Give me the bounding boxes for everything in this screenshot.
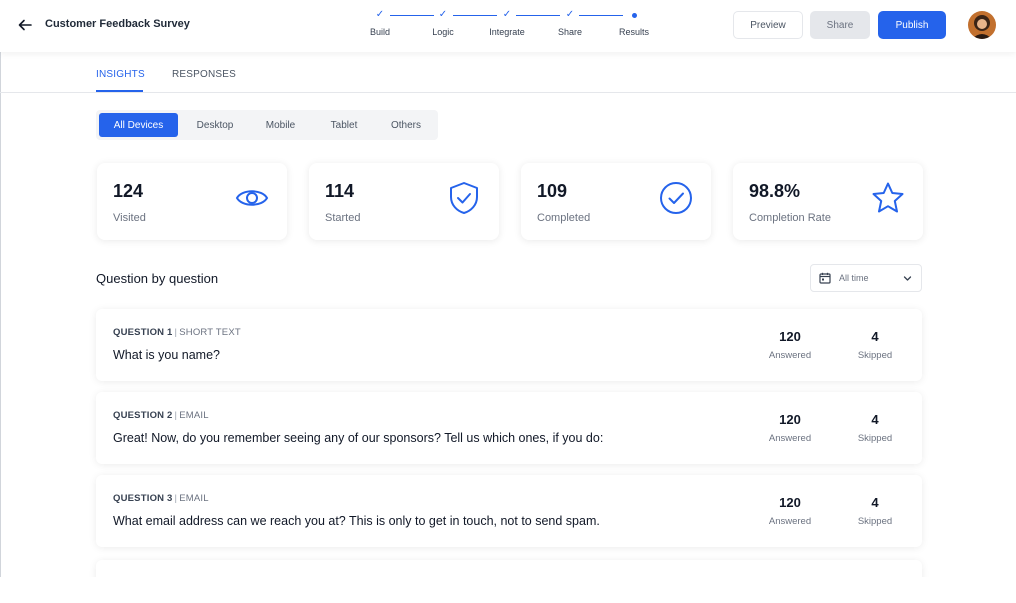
answered-count: 120 [779,329,801,344]
stat-value: 109 [537,181,568,201]
stat-card-started: 114 Started [309,163,499,240]
device-all[interactable]: All Devices [99,113,178,137]
tab-responses[interactable]: RESPONSES [172,69,236,80]
skipped-stat: 4 Skipped [840,329,910,361]
step-label: Logic [432,27,454,37]
page-left-border [0,52,1,577]
device-desktop[interactable]: Desktop [184,113,246,137]
meta-separator: | [174,493,178,504]
chevron-down-icon [903,276,912,281]
publish-button[interactable]: Publish [878,11,946,39]
skipped-stat: 4 Skipped [840,412,910,444]
eye-icon [235,190,269,206]
calendar-icon [819,272,831,284]
preview-button[interactable]: Preview [733,11,803,39]
stat-label: Visited [113,212,146,224]
answered-count: 120 [779,495,801,510]
skipped-label: Skipped [857,516,893,527]
question-type: SHORT TEXT [179,327,241,338]
device-tablet[interactable]: Tablet [317,113,371,137]
skipped-count: 4 [871,329,879,344]
time-filter-value: All time [839,273,869,283]
meta-separator: | [174,327,178,338]
question-type: EMAIL [179,493,209,504]
answered-label: Answered [768,350,812,361]
question-text: Great! Now, do you remember seeing any o… [113,431,604,445]
stat-value: 114 [325,181,355,201]
check-icon: ✓ [502,9,512,20]
step-label: Integrate [489,27,525,37]
check-icon: ✓ [565,9,575,20]
question-meta: QUESTION 3 | EMAIL [113,493,209,504]
top-header: Customer Feedback Survey ✓ Build ✓ Logic… [0,0,1016,52]
answered-label: Answered [768,433,812,444]
question-number: QUESTION 2 [113,410,173,421]
step-results[interactable]: Results [604,8,664,37]
skipped-count: 4 [871,412,879,427]
skipped-label: Skipped [857,350,893,361]
skipped-count: 4 [871,495,879,510]
question-meta: QUESTION 1 | SHORT TEXT [113,327,241,338]
view-tabs: INSIGHTS RESPONSES [0,52,1016,93]
question-card[interactable]: QUESTION 3 | EMAIL What email address can … [96,475,922,547]
stat-value: 98.8% [749,181,801,201]
step-build[interactable]: ✓ Build [350,8,410,37]
step-integrate[interactable]: ✓ Integrate [477,8,537,37]
stat-label: Completed [537,212,591,224]
stat-label: Completion Rate [749,212,831,224]
meta-separator: | [174,410,178,421]
question-text: What email address can we reach you at? … [113,514,600,528]
question-card[interactable]: QUESTION 1 | SHORT TEXT What is you name? … [96,309,922,381]
shield-check-icon [450,182,478,214]
question-card[interactable]: QUESTION 2 | EMAIL Great! Now, do you reme… [96,392,922,464]
question-type: EMAIL [179,410,209,421]
time-filter-dropdown[interactable]: All time [810,264,922,292]
device-mobile[interactable]: Mobile [253,113,308,137]
answered-stat: 120 Answered [755,412,825,444]
question-number: QUESTION 3 [113,493,173,504]
current-step-dot-icon [604,8,664,22]
device-filter: All Devices Desktop Mobile Tablet Others [96,110,438,140]
viewport-bottom-edge [0,577,1016,603]
step-label: Share [557,27,583,37]
device-others[interactable]: Others [379,113,433,137]
active-tab-indicator [96,90,143,92]
answered-count: 120 [779,412,801,427]
step-share[interactable]: ✓ Share [540,8,600,37]
tab-insights[interactable]: INSIGHTS [96,69,145,80]
survey-title: Customer Feedback Survey [45,18,190,30]
check-circle-icon [660,182,692,214]
step-logic[interactable]: ✓ Logic [413,8,473,37]
answered-label: Answered [768,516,812,527]
stat-label: Started [325,212,361,224]
stat-card-completion-rate: 98.8% Completion Rate [733,163,923,240]
star-icon [872,182,904,213]
answered-stat: 120 Answered [755,329,825,361]
skipped-stat: 4 Skipped [840,495,910,527]
user-avatar[interactable] [968,11,996,39]
step-label: Build [369,27,390,37]
avatar-image [968,11,996,39]
share-button[interactable]: Share [810,11,870,39]
check-icon: ✓ [375,9,385,20]
section-title: Question by question [96,271,219,286]
progress-stepper: ✓ Build ✓ Logic ✓ Integrate ✓ Share Resu… [360,8,660,44]
answered-stat: 120 Answered [755,495,825,527]
arrow-left-icon[interactable] [17,17,33,33]
stat-card-visited: 124 Visited [97,163,287,240]
check-icon: ✓ [438,9,448,20]
step-label: Results [618,27,649,37]
stat-card-completed: 109 Completed [521,163,711,240]
skipped-label: Skipped [857,433,893,444]
stat-value: 124 [113,181,144,201]
question-meta: QUESTION 2 | EMAIL [113,410,209,421]
question-number: QUESTION 1 [113,327,173,338]
question-text: What is you name? [113,348,220,362]
